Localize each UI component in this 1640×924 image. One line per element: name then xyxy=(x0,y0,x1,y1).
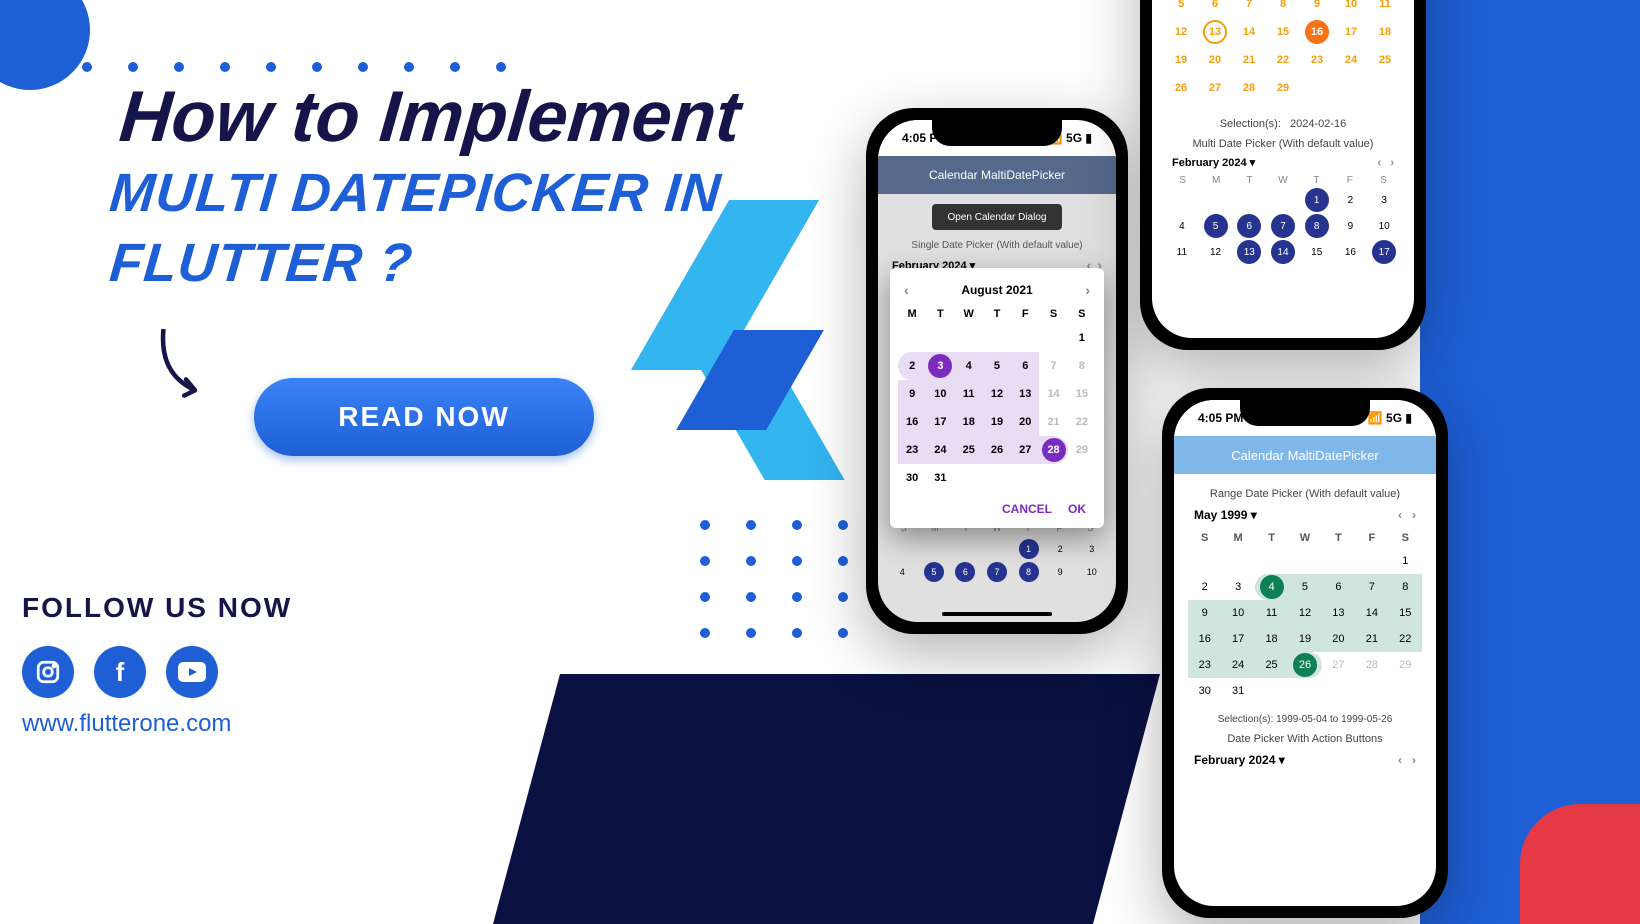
decorative-dots xyxy=(82,62,506,72)
decorative-dots xyxy=(700,592,848,602)
month-selector-4[interactable]: February 2024 ▾‹ › xyxy=(1188,753,1422,767)
action-picker-label: Date Picker With Action Buttons xyxy=(1188,733,1422,745)
facebook-icon[interactable]: f xyxy=(94,646,146,698)
website-url[interactable]: www.flutterone.com xyxy=(22,710,231,738)
social-icons: f xyxy=(22,646,218,698)
curved-arrow-icon xyxy=(150,320,240,410)
follow-label: FOLLOW US NOW xyxy=(22,592,292,624)
single-picker-label: Single Date Picker (With default value) xyxy=(878,240,1116,251)
phone-mockup-1: 4:05 PM📶 5G ▮ Calendar MaltiDatePicker O… xyxy=(866,108,1128,634)
app-bar: Calendar MaltiDatePicker xyxy=(878,156,1116,194)
month-selector-2[interactable]: February 2024 ▾‹ › xyxy=(1166,156,1400,169)
calendar-dialog: ‹ August 2021 › MTWTFSS 1 2345678 91011121… xyxy=(890,268,1104,528)
read-now-label: READ NOW xyxy=(338,401,510,433)
range-calendar-grid[interactable]: 1 2345678 9101112131415 16171819202122 2… xyxy=(1188,548,1422,704)
bg-red-corner xyxy=(1520,804,1640,924)
ok-button[interactable]: OK xyxy=(1068,502,1086,516)
bg-corner-top-left xyxy=(0,0,90,90)
decorative-dots xyxy=(700,628,848,638)
multi-calendar-grid[interactable]: 123 45678910 11121314151617 xyxy=(1166,188,1400,264)
flutter-logo-icon xyxy=(620,200,840,480)
multi-picker-label: Multi Date Picker (With default value) xyxy=(1166,138,1400,150)
youtube-icon[interactable] xyxy=(166,646,218,698)
open-dialog-button[interactable]: Open Calendar Dialog xyxy=(932,204,1062,230)
range-picker-label: Range Date Picker (With default value) xyxy=(1188,488,1422,500)
bg-dark-shape xyxy=(493,674,1160,924)
headline-3: FLUTTER ? xyxy=(107,232,415,294)
phone-notch xyxy=(932,120,1062,146)
instagram-icon[interactable] xyxy=(22,646,74,698)
bg-stripe xyxy=(1420,0,1640,924)
orange-calendar-grid[interactable]: 567891011 12131415161718 19202122232425 … xyxy=(1166,0,1400,100)
month-selector-3[interactable]: May 1999 ▾‹ › xyxy=(1188,508,1422,522)
weekday-header: MTWTFSS xyxy=(898,308,1096,320)
weekday-header-3: SMTWTFS xyxy=(1188,532,1422,544)
range-selection-text: Selection(s): 1999-05-04 to 1999-05-26 xyxy=(1188,714,1422,725)
decorative-dots xyxy=(700,520,848,530)
app-bar: Calendar MaltiDatePicker xyxy=(1174,436,1436,474)
selection-text: Selection(s): 2024-02-16 xyxy=(1166,118,1400,130)
dialog-month: August 2021 xyxy=(961,283,1032,297)
decorative-dots xyxy=(700,556,848,566)
prev-month-icon[interactable]: ‹ xyxy=(904,282,909,298)
cancel-button[interactable]: CANCEL xyxy=(1002,502,1052,516)
phone-mockup-2: 567891011 12131415161718 19202122232425 … xyxy=(1140,0,1426,350)
calendar-grid[interactable]: 1 2345678 9101112131415 16171819202122 2… xyxy=(898,324,1096,492)
phone-mockup-3: 4:05 PM📶 5G ▮ Calendar MaltiDatePicker R… xyxy=(1162,388,1448,918)
next-month-icon[interactable]: › xyxy=(1085,282,1090,298)
weekday-header-2: SMTWTFS xyxy=(1166,175,1400,186)
phone-notch xyxy=(1240,400,1370,426)
headline-1: How to Implement xyxy=(116,76,743,158)
home-indicator xyxy=(942,612,1052,616)
read-now-button[interactable]: READ NOW xyxy=(254,378,594,456)
bg-calendar-grid: 123 45678910 xyxy=(878,537,1116,584)
